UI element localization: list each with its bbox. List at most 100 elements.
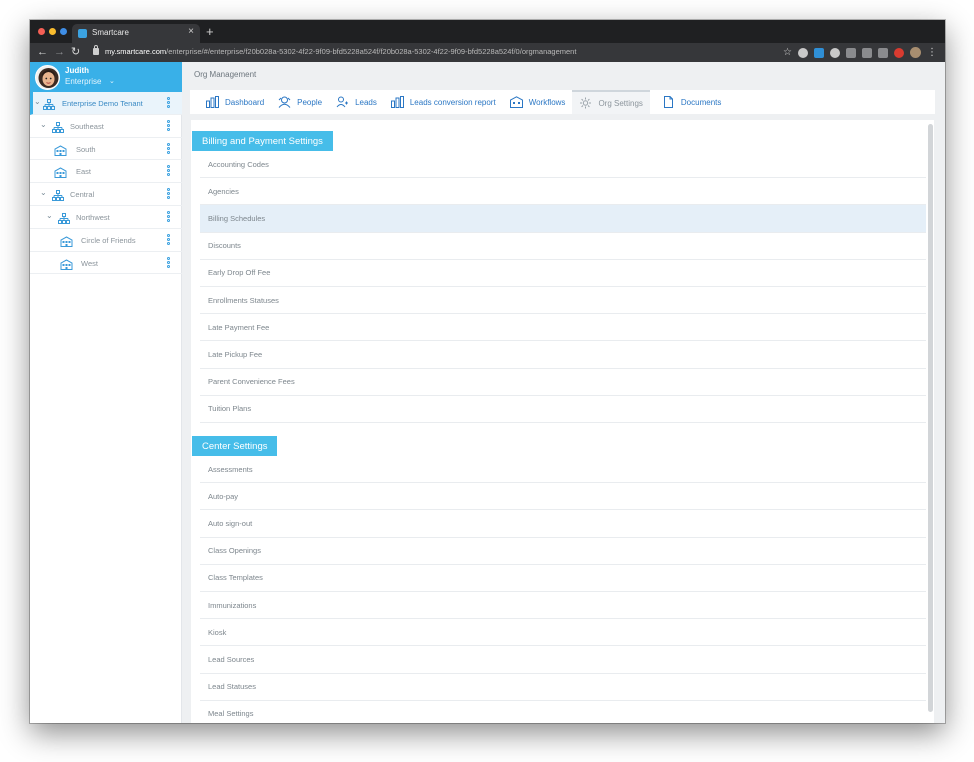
reload-icon[interactable]: ↻	[71, 46, 80, 58]
org-icon	[52, 120, 64, 133]
page-title: Org Management	[194, 70, 257, 79]
close-window-button[interactable]	[38, 28, 45, 35]
extension-icon[interactable]	[814, 47, 824, 58]
profile-avatar-icon[interactable]	[910, 47, 921, 58]
forward-arrow-icon[interactable]: →	[54, 46, 65, 58]
list-item[interactable]: Kiosk	[200, 619, 926, 647]
list-item[interactable]: Early Drop Off Fee	[200, 260, 926, 287]
kebab-menu-icon[interactable]	[167, 210, 170, 222]
user-name: Judith	[65, 66, 89, 75]
list-item[interactable]: Discounts	[200, 233, 926, 260]
extension-icon[interactable]	[830, 47, 840, 58]
people-icon	[278, 96, 291, 108]
tab-org-settings[interactable]: Org Settings	[572, 90, 650, 114]
tree-item[interactable]: South	[30, 138, 182, 161]
chevron-down-icon[interactable]: ⌄	[46, 211, 53, 220]
tree-item[interactable]: West	[30, 252, 182, 275]
list-item[interactable]: Auto sign-out	[200, 510, 926, 538]
tree-item-label: South	[76, 144, 96, 154]
tree-item[interactable]: ⌄ Northwest	[30, 206, 182, 229]
tree-item-label: Southeast	[70, 121, 104, 131]
tab-label: Dashboard	[225, 97, 265, 107]
extension-icon[interactable]	[846, 47, 856, 58]
chevron-down-icon[interactable]: ⌄	[34, 98, 41, 106]
kebab-menu-icon[interactable]	[167, 233, 170, 245]
kebab-menu-icon[interactable]	[167, 97, 170, 108]
extension-icon[interactable]	[894, 47, 904, 58]
tab-close-icon[interactable]: ×	[188, 27, 194, 37]
list-item[interactable]: Class Templates	[200, 565, 926, 592]
extension-icon[interactable]	[798, 47, 808, 58]
lock-icon	[93, 45, 99, 55]
building-icon	[60, 234, 73, 247]
kebab-menu-icon[interactable]	[167, 256, 170, 268]
address-bar-row: ← → ↻ my.smartcare.com/enterprise/#/ente…	[30, 43, 945, 62]
list-item[interactable]: Parent Convenience Fees	[200, 369, 926, 396]
tab-dashboard[interactable]: Dashboard	[199, 90, 271, 114]
browser-menu-icon[interactable]: ⋮	[927, 47, 937, 58]
kebab-menu-icon[interactable]	[167, 165, 170, 177]
list-item[interactable]: Immunizations	[200, 592, 926, 620]
tree-item[interactable]: ⌄ Enterprise Demo Tenant	[30, 92, 182, 115]
list-item[interactable]: Class Openings	[200, 538, 926, 565]
vertical-scrollbar[interactable]	[928, 124, 933, 712]
tree-item[interactable]: ⌄ Southeast	[30, 115, 182, 138]
url-field[interactable]: my.smartcare.com/enterprise/#/enterprise…	[105, 47, 576, 56]
org-icon	[52, 188, 64, 202]
url-path: /enterprise/#/enterprise/f20b028a-5302-4…	[166, 47, 577, 56]
tab-workflows[interactable]: Workflows	[503, 90, 573, 114]
smartcare-favicon-icon	[78, 29, 87, 38]
tab-leads[interactable]: Leads	[329, 90, 384, 114]
list-item[interactable]: Billing Schedules	[200, 205, 926, 233]
list-item[interactable]: Auto-pay	[200, 483, 926, 511]
kebab-menu-icon[interactable]	[167, 119, 170, 131]
center-section-header: Center Settings	[192, 436, 278, 456]
bookmark-star-icon[interactable]: ☆	[783, 47, 792, 58]
browser-tab[interactable]: Smartcare ×	[72, 24, 200, 43]
list-item[interactable]: Accounting Codes	[200, 151, 926, 179]
report-icon	[390, 96, 404, 108]
user-header[interactable]: Judith Enterprise ⌄	[30, 62, 182, 92]
list-item[interactable]: Lead Statuses	[200, 674, 926, 701]
tree-item[interactable]: ⌄ Central	[30, 183, 182, 206]
list-item[interactable]: Meal Settings	[200, 701, 926, 723]
module-tabs: Dashboard People Leads Leads conversion rep…	[190, 90, 935, 114]
dashboard-icon	[206, 96, 219, 108]
tree-item-label: Circle of Friends	[81, 235, 136, 245]
kebab-menu-icon[interactable]	[167, 142, 170, 154]
back-arrow-icon[interactable]: ←	[37, 46, 48, 58]
list-item[interactable]: Tuition Plans	[200, 396, 926, 423]
list-item[interactable]: Assessments	[200, 456, 926, 484]
title-bar: Smartcare × +	[30, 20, 945, 43]
chevron-down-icon[interactable]: ⌄	[40, 120, 47, 129]
tree-item[interactable]: Circle of Friends	[30, 229, 182, 252]
gear-icon	[579, 97, 592, 109]
tab-leads-conversion-report[interactable]: Leads conversion report	[384, 90, 503, 114]
kebab-menu-icon[interactable]	[167, 188, 170, 200]
tab-label: Documents	[680, 97, 722, 107]
minimize-window-button[interactable]	[49, 28, 56, 35]
tab-documents[interactable]: Documents	[650, 90, 728, 114]
tab-people[interactable]: People	[271, 90, 329, 114]
maximize-window-button[interactable]	[60, 28, 67, 35]
list-item[interactable]: Late Payment Fee	[200, 314, 926, 342]
extension-icon[interactable]	[878, 47, 888, 58]
tab-title: Smartcare	[92, 28, 129, 37]
tab-label: Workflows	[528, 97, 566, 107]
main-panel: Org Management Dashboard People Leads Leads…	[190, 62, 937, 723]
list-item[interactable]: Enrollments Statuses	[200, 287, 926, 315]
extension-icon[interactable]	[862, 47, 872, 58]
user-role: Enterprise	[65, 77, 102, 86]
list-item[interactable]: Agencies	[200, 178, 926, 206]
list-item[interactable]: Lead Sources	[200, 646, 926, 674]
list-item[interactable]: Late Pickup Fee	[200, 341, 926, 369]
document-icon	[662, 96, 675, 108]
tree-item[interactable]: East	[30, 160, 182, 184]
new-tab-button[interactable]: +	[206, 25, 214, 38]
org-icon	[43, 97, 55, 110]
url-host: my.smartcare.com	[105, 47, 167, 56]
leads-icon	[336, 96, 349, 108]
avatar-illustration-icon	[38, 68, 59, 88]
chevron-down-icon[interactable]: ⌄	[109, 77, 115, 85]
chevron-down-icon[interactable]: ⌄	[40, 189, 47, 197]
